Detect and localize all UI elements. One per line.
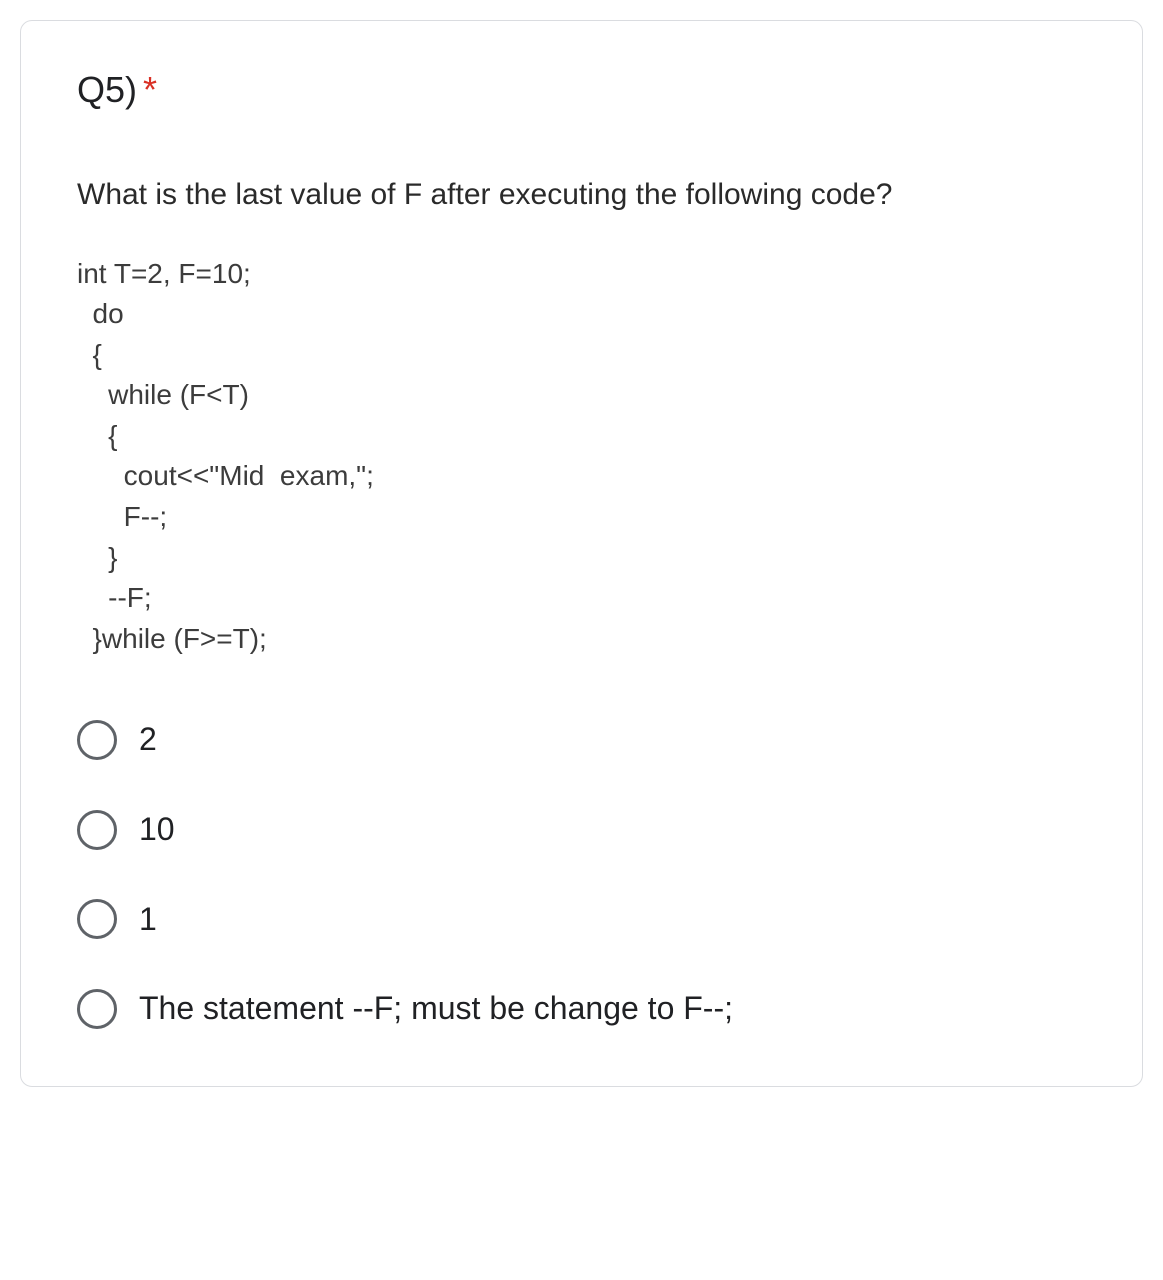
- option-1[interactable]: 10: [77, 809, 1086, 851]
- option-2[interactable]: 1: [77, 899, 1086, 941]
- radio-icon: [77, 989, 117, 1029]
- question-card: Q5)* What is the last value of F after e…: [20, 20, 1143, 1087]
- code-block: int T=2, F=10; do { while (F<T) { cout<<…: [77, 254, 1086, 660]
- option-label: 1: [139, 899, 157, 941]
- option-label: The statement --F; must be change to F--…: [139, 988, 733, 1030]
- question-number: Q5): [77, 69, 137, 110]
- option-label: 2: [139, 719, 157, 761]
- options-group: 2 10 1 The statement --F; must be change…: [77, 719, 1086, 1029]
- radio-icon: [77, 720, 117, 760]
- option-3[interactable]: The statement --F; must be change to F--…: [77, 988, 1086, 1030]
- question-prompt: What is the last value of F after execut…: [77, 175, 1086, 216]
- option-0[interactable]: 2: [77, 719, 1086, 761]
- question-title: Q5)*: [77, 69, 1086, 111]
- option-label: 10: [139, 809, 175, 851]
- radio-icon: [77, 899, 117, 939]
- radio-icon: [77, 810, 117, 850]
- required-indicator: *: [143, 69, 157, 110]
